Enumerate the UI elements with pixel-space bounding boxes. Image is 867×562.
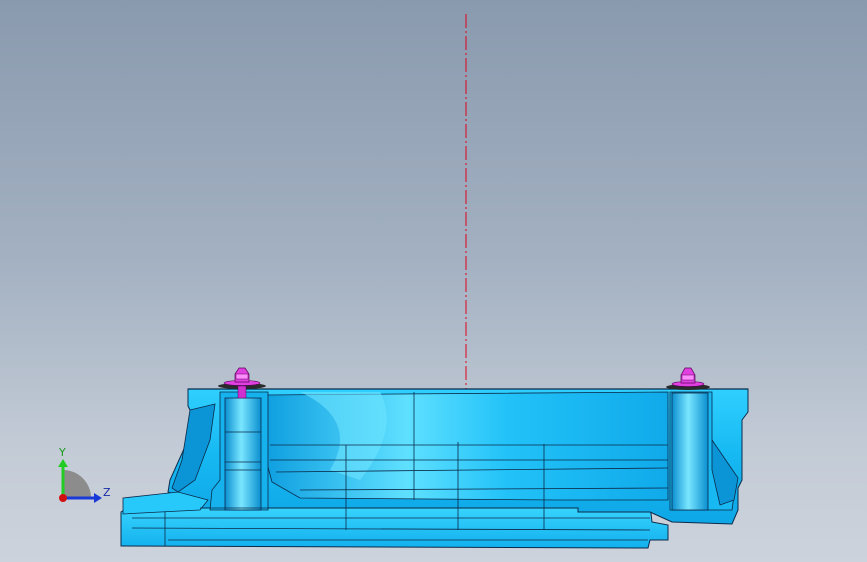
y-axis-label: Y: [58, 446, 66, 459]
x-axis-dot: [59, 494, 67, 502]
left-guide-pillar: [224, 397, 262, 511]
right-fastener[interactable]: [666, 367, 710, 390]
z-axis-label: Z: [103, 486, 111, 499]
triad-quadrant: [63, 470, 91, 498]
y-axis-arrow: [58, 459, 68, 467]
cad-viewport[interactable]: Y Z: [0, 0, 867, 562]
right-guide-pillar: [671, 392, 709, 511]
coordinate-triad: Y Z: [58, 446, 111, 503]
mold-part-section[interactable]: [120, 388, 749, 549]
z-axis-arrow: [94, 493, 102, 503]
